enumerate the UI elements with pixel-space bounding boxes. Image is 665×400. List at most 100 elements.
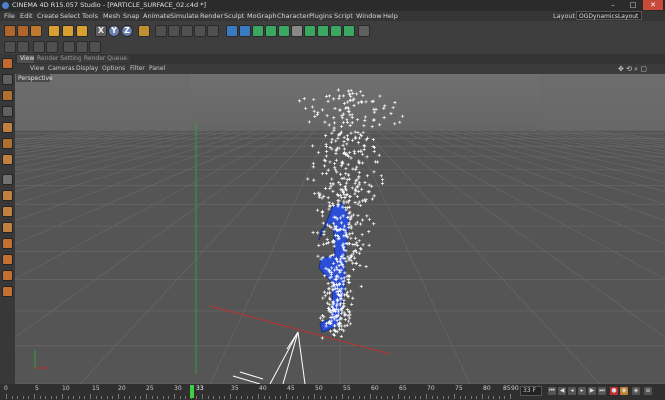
palette-snap-icon[interactable] [2,122,13,133]
perspective-viewport[interactable]: Perspective [15,74,665,384]
viewport-navigation-icon[interactable]: ✥ ⟲ ⌕ ▢ [618,65,647,74]
array-icon[interactable] [265,25,277,37]
floor-icon[interactable] [343,25,355,37]
menu-create[interactable]: Create [37,12,59,20]
timeline-playhead[interactable] [190,385,194,398]
polygons-mode-icon[interactable] [63,41,75,53]
go-to-start-icon[interactable]: ⏮ [548,387,556,395]
timeline-tick [168,396,170,399]
palette-checker-icon[interactable] [2,174,13,185]
palette-enable-axis-icon[interactable] [2,254,13,265]
timeline-tick [241,396,243,399]
light-icon[interactable] [330,25,342,37]
viewport-menu-panel[interactable]: Panel [149,65,165,72]
palette-soft-selection-icon[interactable] [2,206,13,217]
camera-label: Perspective [18,75,53,82]
cube-primitive-icon[interactable] [226,25,238,37]
y-axis-lock-icon[interactable]: Y [108,25,120,37]
menu-character[interactable]: Character [277,12,309,20]
menu-edit[interactable]: Edit [20,12,33,20]
menu-mograph[interactable]: MoGraph [247,12,277,20]
autokey-icon[interactable]: ◉ [620,387,628,395]
render-queue-icon[interactable] [207,25,219,37]
live-selection-icon[interactable] [30,25,42,37]
palette-viewport-solo-icon[interactable] [2,270,13,281]
menu-window[interactable]: Window [356,12,382,20]
model-mode-icon[interactable] [4,41,16,53]
scale-tool-icon[interactable] [62,25,74,37]
play-forwards-icon[interactable]: ▸ [578,387,586,395]
camera-icon[interactable] [317,25,329,37]
texture-mode-icon[interactable] [17,41,29,53]
play-backwards-icon[interactable]: ◂ [568,387,576,395]
timeline-tick [179,396,181,399]
current-frame-field[interactable]: 33 F [520,386,542,396]
points-mode-icon[interactable] [33,41,45,53]
edit-render-settings-icon[interactable] [181,25,193,37]
record-keyframe-icon[interactable]: ● [610,387,618,395]
render-picture-viewer-icon[interactable] [168,25,180,37]
menu-sculpt[interactable]: Sculpt [224,12,244,20]
rotate-tool-icon[interactable] [76,25,88,37]
menu-render[interactable]: Render [200,12,223,20]
tab-render-settings[interactable]: Render Settings [34,55,88,63]
timeline-tick [28,396,30,399]
viewport-menu-view[interactable]: View [30,65,44,72]
z-axis-lock-icon[interactable]: Z [121,25,133,37]
timeline[interactable]: 0 5 10 15 20 25 30 35 40 45 50 55 60 65 … [0,384,665,400]
palette-workplane-icon[interactable] [2,90,13,101]
keyframe-selection-icon[interactable]: ◈ [632,387,640,395]
menu-file[interactable]: File [4,12,15,20]
timeline-tick [235,396,237,399]
next-key-icon[interactable]: ▶ [588,387,596,395]
deformer-icon[interactable] [278,25,290,37]
palette-symmetry-icon[interactable] [2,222,13,233]
menu-help[interactable]: Help [383,12,398,20]
menu-simulate[interactable]: Simulate [170,12,199,20]
axis-mode-icon[interactable] [76,41,88,53]
timeline-options-icon[interactable]: ≡ [644,387,652,395]
viewport-menu-display[interactable]: Display [76,65,98,72]
nurbs-icon[interactable] [252,25,264,37]
display-mode-icon[interactable] [358,25,370,37]
tweak-mode-icon[interactable] [89,41,101,53]
undo-icon[interactable] [4,25,16,37]
palette-texture-icon[interactable] [2,74,13,85]
redo-icon[interactable] [17,25,29,37]
tab-render-queue[interactable]: Render Queue [81,55,130,63]
palette-make-editable-icon[interactable] [2,58,13,69]
palette-edges-icon[interactable] [2,154,13,165]
menu-animate[interactable]: Animate [143,12,170,20]
menu-plugins[interactable]: Plugins [309,12,332,20]
spline-pen-icon[interactable] [239,25,251,37]
minimize-button[interactable]: – [603,0,623,10]
menu-bar: File Edit Create Select Tools Mesh Snap … [0,11,665,21]
render-view-icon[interactable] [155,25,167,37]
mograph-icon[interactable] [304,25,316,37]
edges-mode-icon[interactable] [46,41,58,53]
menu-snap[interactable]: Snap [123,12,139,20]
layout-select[interactable]: OGDynamicsLayout [576,11,642,20]
go-to-end-icon[interactable]: ⏭ [598,387,606,395]
viewport-menu-cameras[interactable]: Cameras [48,65,75,72]
timeline-frame-label: 90 [511,385,519,392]
move-tool-icon[interactable] [48,25,60,37]
viewport-menu-options[interactable]: Options [102,65,125,72]
environment-icon[interactable] [291,25,303,37]
x-axis-lock-icon[interactable]: X [95,25,107,37]
coordinate-system-icon[interactable] [138,25,150,37]
palette-polygons-icon[interactable] [2,190,13,201]
palette-locked-icon[interactable] [2,106,13,117]
menu-script[interactable]: Script [334,12,353,20]
palette-magnet-icon[interactable] [2,286,13,297]
menu-tools[interactable]: Tools [82,12,98,20]
render-region-icon[interactable] [194,25,206,37]
palette-points-icon[interactable] [2,138,13,149]
close-button[interactable]: ✕ [643,0,663,10]
viewport-menu-filter[interactable]: Filter [130,65,145,72]
palette-quantize-icon[interactable] [2,238,13,249]
maximize-button[interactable]: □ [623,0,643,10]
menu-mesh[interactable]: Mesh [103,12,120,20]
previous-key-icon[interactable]: ◀ [558,387,566,395]
menu-select[interactable]: Select [60,12,80,20]
